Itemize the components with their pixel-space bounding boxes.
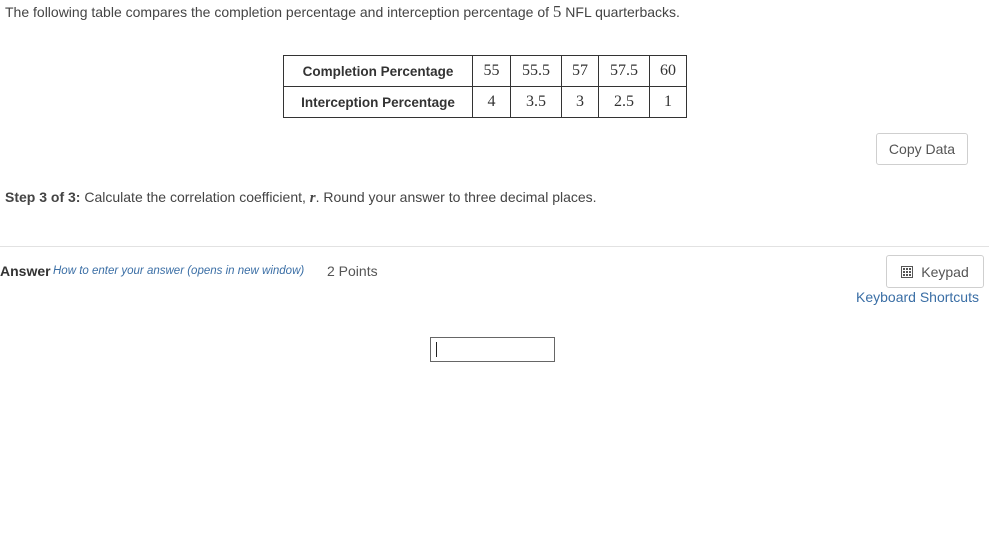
table-row: Completion Percentage 55 55.5 57 57.5 60 xyxy=(283,55,687,87)
step-text-before: Calculate the correlation coefficient, xyxy=(80,189,310,205)
table-cell: 57 xyxy=(561,55,599,87)
table-cell: 3.5 xyxy=(510,86,562,118)
step-instruction: Step 3 of 3: Calculate the correlation c… xyxy=(5,189,597,207)
question-intro: The following table compares the complet… xyxy=(5,2,680,22)
keypad-label: Keypad xyxy=(921,263,969,280)
table-cell: 3 xyxy=(561,86,599,118)
answer-label: Answer xyxy=(0,263,51,279)
section-divider xyxy=(0,246,989,247)
calculator-icon xyxy=(901,265,914,278)
table-cell: 4 xyxy=(472,86,511,118)
text-caret xyxy=(436,342,437,357)
points-label: 2 Points xyxy=(327,263,378,279)
keyboard-shortcuts-link[interactable]: Keyboard Shortcuts xyxy=(856,289,979,305)
table-cell: 60 xyxy=(649,55,687,87)
table-row: Interception Percentage 4 3.5 3 2.5 1 xyxy=(283,86,687,118)
step-text-after: . Round your answer to three decimal pla… xyxy=(315,189,597,205)
intro-text-after: NFL quarterbacks. xyxy=(561,4,680,20)
keypad-button[interactable]: Keypad xyxy=(886,255,984,288)
table-cell: 57.5 xyxy=(598,55,650,87)
table-cell: 55.5 xyxy=(510,55,562,87)
how-to-enter-answer-link[interactable]: How to enter your answer (opens in new w… xyxy=(53,265,304,277)
intro-text-before: The following table compares the complet… xyxy=(5,4,553,20)
answer-input[interactable] xyxy=(430,337,555,362)
data-table: Completion Percentage 55 55.5 57 57.5 60… xyxy=(283,55,687,118)
row-header-interception: Interception Percentage xyxy=(283,86,473,118)
table-cell: 1 xyxy=(649,86,687,118)
copy-data-button[interactable]: Copy Data xyxy=(876,133,968,165)
table-cell: 55 xyxy=(472,55,511,87)
row-header-completion: Completion Percentage xyxy=(283,55,473,87)
table-cell: 2.5 xyxy=(598,86,650,118)
step-label: Step 3 of 3: xyxy=(5,189,81,205)
